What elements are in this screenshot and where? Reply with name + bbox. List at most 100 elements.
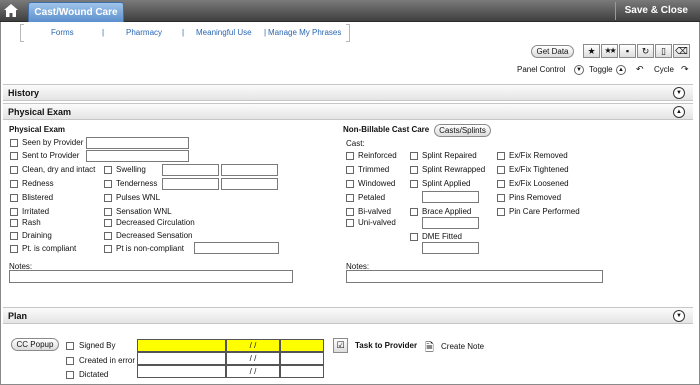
tenderness-field-2[interactable]	[221, 178, 278, 190]
label-exfix-tightened: Ex/Fix Tightened	[509, 165, 569, 174]
checkbox-pins-removed[interactable]	[497, 194, 505, 202]
signed-by-time-field[interactable]	[280, 339, 324, 352]
toggle-label[interactable]: Toggle	[589, 65, 613, 74]
noncompliant-field[interactable]	[194, 242, 279, 254]
checkbox-splint-repaired[interactable]	[410, 152, 418, 160]
checkbox-splint-applied[interactable]	[410, 180, 418, 188]
dictated-time-field[interactable]	[280, 365, 324, 378]
checkbox-dme-fitted[interactable]	[410, 233, 418, 241]
sent-to-provider-field[interactable]	[86, 150, 189, 162]
checkbox-pt-compliant[interactable]	[10, 245, 18, 253]
checkbox-bivalved[interactable]	[346, 208, 354, 216]
splint-applied-field[interactable]	[422, 191, 479, 203]
plan-section-header[interactable]: Plan ▼	[3, 307, 693, 324]
dme-fitted-field[interactable]	[422, 242, 479, 254]
checkbox-petaled[interactable]	[346, 194, 354, 202]
label-sensation-wnl: Sensation WNL	[116, 207, 172, 216]
eraser-icon[interactable]: ⌫	[673, 44, 690, 58]
checkbox-exfix-loosened[interactable]	[497, 180, 505, 188]
save-close-button[interactable]: Save & Close	[625, 0, 688, 22]
collapse-all-icon[interactable]: ▼	[574, 65, 584, 75]
physical-exam-section-header[interactable]: Physical Exam ▲	[3, 103, 693, 120]
star-icon[interactable]: ★	[583, 44, 600, 58]
chevron-up-icon[interactable]: ▲	[673, 106, 685, 118]
undo-icon[interactable]: ↶	[636, 64, 644, 75]
nav-link-forms[interactable]: Forms	[51, 28, 74, 37]
signed-by-name-field[interactable]	[137, 339, 226, 352]
label-pt-noncompliant: Pt is non-compliant	[116, 244, 185, 253]
checkbox-sensation-wnl[interactable]	[104, 208, 112, 216]
checkbox-windowed[interactable]	[346, 180, 354, 188]
tab-cast-wound-care[interactable]: Cast/Wound Care	[28, 2, 124, 22]
checkbox-redness[interactable]	[10, 180, 18, 188]
checkbox-irritated[interactable]	[10, 208, 18, 216]
task-to-provider-button[interactable]: Task to Provider	[355, 341, 417, 350]
checkbox-decreased-circulation[interactable]	[104, 219, 112, 227]
checkbox-draining[interactable]	[10, 232, 18, 240]
brace-applied-field[interactable]	[422, 217, 479, 229]
label-dictated: Dictated	[79, 370, 109, 379]
checkbox-univalved[interactable]	[346, 219, 354, 227]
checkbox-exfix-tightened[interactable]	[497, 166, 505, 174]
checkbox-splint-rewrapped[interactable]	[410, 166, 418, 174]
task-icon[interactable]: ☑	[333, 338, 348, 353]
checkbox-pt-noncompliant[interactable]	[104, 245, 112, 253]
label-sent-to-provider: Sent to Provider	[22, 151, 80, 160]
seen-by-provider-field[interactable]	[86, 137, 189, 149]
create-note-button[interactable]: Create Note	[441, 342, 484, 351]
checkbox-pin-care[interactable]	[497, 208, 505, 216]
checkbox-rash[interactable]	[10, 219, 18, 227]
checkbox-pulses-wnl[interactable]	[104, 194, 112, 202]
checkbox-created-in-error[interactable]	[66, 357, 74, 365]
checkbox-dictated[interactable]	[66, 371, 74, 379]
history-section-header[interactable]: History ▼	[3, 84, 693, 101]
label-pulses-wnl: Pulses WNL	[116, 193, 161, 202]
notes-field-left[interactable]	[9, 270, 293, 283]
checkbox-clean-dry-intact[interactable]	[10, 166, 18, 174]
cc-popup-button[interactable]: CC Popup	[11, 338, 59, 351]
checkbox-signed-by[interactable]	[66, 342, 74, 350]
created-in-error-time-field[interactable]	[280, 352, 324, 365]
dictated-date-field[interactable]: / /	[226, 365, 280, 378]
checkbox-decreased-sensation[interactable]	[104, 232, 112, 240]
created-in-error-name-field[interactable]	[137, 352, 226, 365]
checkbox-brace-applied[interactable]	[410, 208, 418, 216]
chevron-down-icon[interactable]: ▼	[673, 310, 685, 322]
get-data-button[interactable]: Get Data	[531, 45, 574, 58]
save-icon[interactable]: ▪	[619, 44, 636, 58]
notes-field-right[interactable]	[346, 270, 603, 283]
dictated-name-field[interactable]	[137, 365, 226, 378]
created-in-error-date-field[interactable]: / /	[226, 352, 280, 365]
checkbox-seen-by-provider[interactable]	[10, 139, 18, 147]
chevron-down-icon[interactable]: ▼	[673, 87, 685, 99]
checkbox-trimmed[interactable]	[346, 166, 354, 174]
nav-link-pharmacy[interactable]: Pharmacy	[126, 28, 162, 37]
checkbox-exfix-removed[interactable]	[497, 152, 505, 160]
casts-splints-button[interactable]: Casts/Splints	[434, 124, 491, 137]
expand-all-icon[interactable]: ▲	[616, 65, 626, 75]
label-tenderness: Tenderness	[116, 179, 158, 188]
refresh-icon[interactable]: ↻	[637, 44, 654, 58]
history-title: History	[8, 88, 40, 98]
checkbox-reinforced[interactable]	[346, 152, 354, 160]
clipboard-icon[interactable]: ▯	[655, 44, 672, 58]
cycle-label[interactable]: Cycle	[654, 65, 674, 74]
tenderness-field-1[interactable]	[162, 178, 219, 190]
redo-icon[interactable]: ↷	[681, 64, 689, 75]
nav-bracket-right	[346, 24, 350, 42]
document-icon[interactable]: 🗎	[425, 339, 434, 358]
nav-link-meaningful-use[interactable]: Meaningful Use	[196, 28, 252, 37]
nav-link-manage-phrases[interactable]: Manage My Phrases	[268, 28, 341, 37]
signed-by-date-field[interactable]: / /	[226, 339, 280, 352]
checkbox-blistered[interactable]	[10, 194, 18, 202]
swelling-field-2[interactable]	[221, 164, 278, 176]
checkbox-swelling[interactable]	[104, 166, 112, 174]
double-star-icon[interactable]: ★★	[601, 44, 618, 58]
label-windowed: Windowed	[358, 179, 396, 188]
checkbox-sent-to-provider[interactable]	[10, 152, 18, 160]
home-icon[interactable]	[3, 3, 21, 19]
checkbox-tenderness[interactable]	[104, 180, 112, 188]
label-splint-rewrapped: Splint Rewrapped	[422, 165, 486, 174]
label-redness: Redness	[22, 179, 54, 188]
swelling-field-1[interactable]	[162, 164, 219, 176]
